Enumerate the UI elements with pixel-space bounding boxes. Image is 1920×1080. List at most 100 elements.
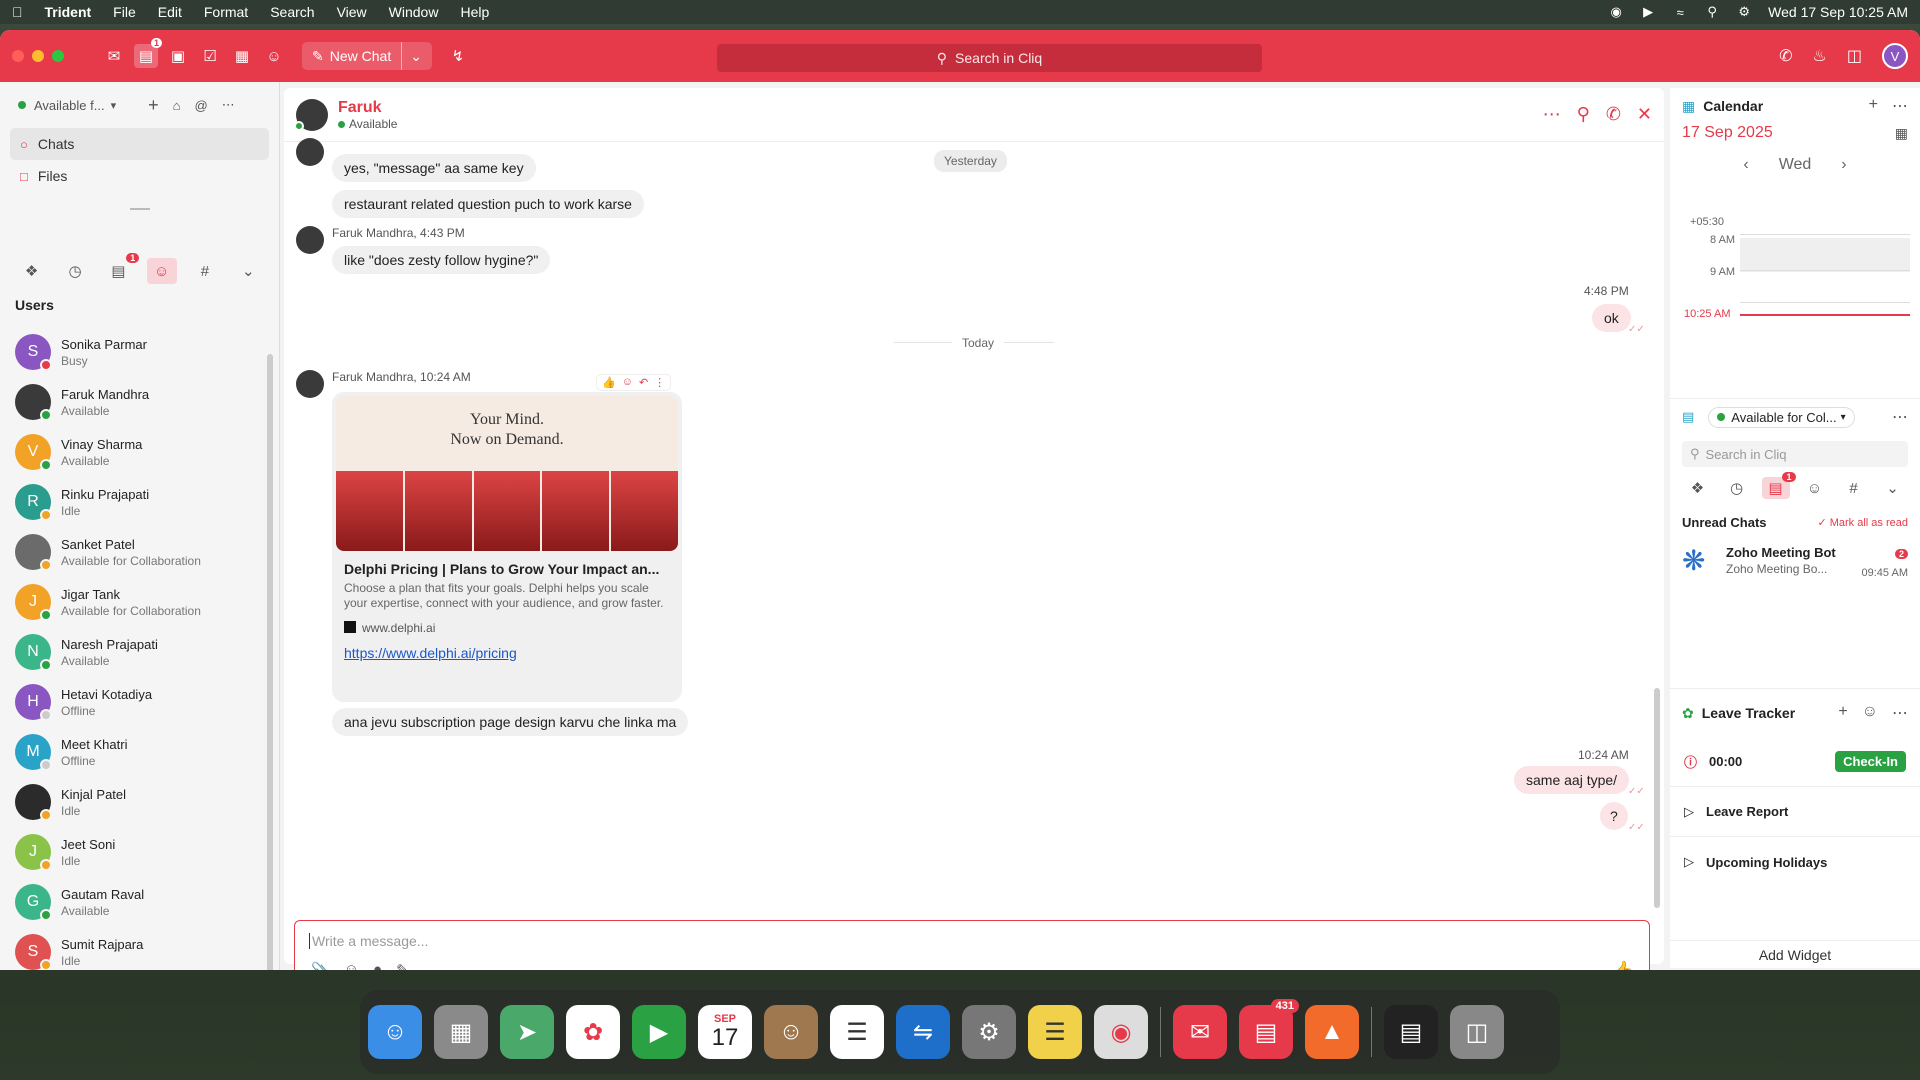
call-icon[interactable]: ✆: [1606, 104, 1621, 125]
reminders-icon[interactable]: ☰: [830, 1005, 884, 1059]
tab-more[interactable]: ⌄: [1879, 477, 1907, 499]
menu-file[interactable]: File: [113, 4, 136, 20]
control-center-icon[interactable]: ⚙: [1736, 4, 1752, 20]
month-view-icon[interactable]: ▦: [1895, 125, 1908, 142]
check-in-button[interactable]: Check-In: [1835, 751, 1906, 772]
tab-channels[interactable]: #: [1840, 477, 1868, 499]
trash-icon[interactable]: ◫: [1450, 1005, 1504, 1059]
user-avatar[interactable]: V: [1882, 43, 1908, 69]
message-input[interactable]: Write a message...: [309, 933, 428, 949]
link-preview-title[interactable]: Delphi Pricing | Plans to Grow Your Impa…: [332, 555, 682, 581]
mention-icon[interactable]: @: [195, 98, 208, 113]
link-url[interactable]: https://www.delphi.ai/pricing: [332, 645, 682, 661]
user-list-item[interactable]: Faruk Mandhra Available: [0, 377, 268, 427]
wifi-icon[interactable]: ≈: [1672, 4, 1688, 20]
user-list-item[interactable]: S Sonika Parmar Busy: [0, 327, 268, 377]
vscode-icon[interactable]: ⇋: [896, 1005, 950, 1059]
maps-icon[interactable]: ➤: [500, 1005, 554, 1059]
play-icon[interactable]: ▶: [1640, 4, 1656, 20]
tasks-icon[interactable]: ☑: [198, 44, 222, 68]
contacts-icon[interactable]: ☺: [262, 44, 286, 68]
tab-pinned[interactable]: ❖: [1684, 477, 1712, 499]
my-message-bubble[interactable]: same aaj type/: [1514, 766, 1630, 794]
thumbs-up-send-icon[interactable]: 👍: [1610, 959, 1635, 970]
menu-format[interactable]: Format: [204, 4, 248, 20]
more-icon[interactable]: ⋮: [654, 376, 665, 389]
contact-name[interactable]: Faruk: [338, 99, 397, 117]
upcoming-holidays-row[interactable]: ▷ Upcoming Holidays: [1670, 837, 1920, 887]
user-list-item[interactable]: Kinjal Patel Idle: [0, 777, 268, 827]
mic-icon[interactable]: ●: [373, 961, 382, 970]
tab-more[interactable]: ⌄: [233, 258, 263, 284]
finder-icon[interactable]: ☺: [368, 1005, 422, 1059]
apple-icon[interactable]: : [12, 4, 23, 20]
tab-unread[interactable]: ▤ 1: [1761, 472, 1796, 499]
user-list-item[interactable]: J Jeet Soni Idle: [0, 827, 268, 877]
link-preview-card[interactable]: Your Mind. Now on Demand. Delphi Pricing…: [332, 392, 682, 702]
user-list-item[interactable]: G Gautam Raval Available: [0, 877, 268, 927]
attach-icon[interactable]: 📎: [311, 961, 330, 970]
photos-icon[interactable]: ✿: [566, 1005, 620, 1059]
unread-chat-item[interactable]: ❋ Zoho Meeting Bot Zoho Meeting Bo... 2 …: [1670, 544, 1920, 579]
message-bubble[interactable]: restaurant related question puch to work…: [332, 190, 644, 218]
user-search-icon[interactable]: ☺: [1862, 703, 1878, 723]
thumbs-up-icon[interactable]: 👍: [602, 376, 616, 389]
menu-view[interactable]: View: [337, 4, 367, 20]
add-icon[interactable]: +: [148, 95, 159, 116]
zoom-window-button[interactable]: [52, 50, 64, 62]
mail-icon[interactable]: ✉: [102, 44, 126, 68]
message-bubble[interactable]: like "does zesty follow hygine?": [332, 246, 551, 274]
widget-search-input[interactable]: ⚲ Search in Cliq: [1682, 441, 1908, 467]
emoji-icon[interactable]: ☺: [344, 961, 359, 970]
user-list-item[interactable]: J Jigar Tank Available for Collaboration: [0, 577, 268, 627]
global-search-input[interactable]: ⚲ Search in Cliq: [717, 44, 1262, 72]
my-message-bubble[interactable]: ok: [1592, 304, 1631, 332]
notes-icon[interactable]: ▦: [230, 44, 254, 68]
message-bubble[interactable]: ana jevu subscription page design karvu …: [332, 708, 689, 736]
widget-status-selector[interactable]: Available for Col... ▾: [1708, 406, 1855, 428]
format-icon[interactable]: ✎: [396, 961, 409, 970]
my-message-bubble[interactable]: ?: [1600, 802, 1628, 830]
menubar-clock[interactable]: Wed 17 Sep 10:25 AM: [1768, 4, 1908, 20]
tab-users[interactable]: ☺: [1801, 477, 1829, 499]
minimize-window-button[interactable]: [32, 50, 44, 62]
user-list-item[interactable]: H Hetavi Kotadiya Offline: [0, 677, 268, 727]
chevron-down-icon[interactable]: ▾: [111, 99, 117, 112]
user-list-item[interactable]: V Vinay Sharma Available: [0, 427, 268, 477]
cliq-app-icon[interactable]: ▤ 431: [1239, 999, 1299, 1059]
calendar-app-icon[interactable]: SEP 17: [698, 1005, 752, 1059]
add-icon[interactable]: +: [1838, 703, 1847, 723]
calendar-timeline[interactable]: +05:30 8 AM 9 AM 10:25 AM: [1670, 216, 1910, 376]
status-selector[interactable]: Available f...: [34, 98, 105, 113]
bolt-icon[interactable]: ↯: [446, 44, 470, 68]
contacts-app-icon[interactable]: ☺: [764, 1005, 818, 1059]
compass-icon[interactable]: ◉: [1608, 4, 1624, 20]
chat-scrollbar[interactable]: [1654, 688, 1660, 908]
close-window-button[interactable]: [12, 50, 24, 62]
nav-files[interactable]: □ Files: [10, 160, 269, 192]
minimized-window-thumbnail[interactable]: ▤: [1384, 1005, 1438, 1059]
system-settings-icon[interactable]: ⚙: [962, 1005, 1016, 1059]
menu-help[interactable]: Help: [460, 4, 489, 20]
tab-recent[interactable]: ◷: [1723, 477, 1751, 499]
user-list-item[interactable]: M Meet Khatri Offline: [0, 727, 268, 777]
chevron-down-icon[interactable]: ⌄: [401, 42, 422, 70]
spotlight-search-icon[interactable]: ⚲: [1704, 4, 1720, 20]
more-icon[interactable]: ⋯: [1543, 104, 1561, 125]
calendar-date-text[interactable]: 17 Sep 2025: [1682, 124, 1773, 142]
app-menu[interactable]: Trident: [45, 4, 92, 20]
zoho-workplace-icon[interactable]: ✉: [1173, 1005, 1227, 1059]
tab-pinned[interactable]: ❖: [17, 258, 47, 284]
facetime-icon[interactable]: ▶: [632, 1005, 686, 1059]
message-composer[interactable]: Write a message... 📎 ☺ ● ✎ 👍: [294, 920, 1650, 970]
add-widget-button[interactable]: Add Widget: [1670, 940, 1920, 963]
user-list-item[interactable]: R Rinku Prajapati Idle: [0, 477, 268, 527]
home-icon[interactable]: ⌂: [173, 98, 181, 113]
add-icon[interactable]: +: [1869, 96, 1878, 116]
user-list-item[interactable]: N Naresh Prajapati Available: [0, 627, 268, 677]
panel-toggle-icon[interactable]: ◫: [1847, 46, 1862, 66]
user-list-item[interactable]: Sanket Patel Available for Collaboration: [0, 527, 268, 577]
tab-unread[interactable]: ▤ 1: [103, 253, 140, 284]
more-icon[interactable]: ⋯: [1892, 96, 1908, 116]
chevron-left-icon[interactable]: ‹: [1743, 156, 1748, 174]
